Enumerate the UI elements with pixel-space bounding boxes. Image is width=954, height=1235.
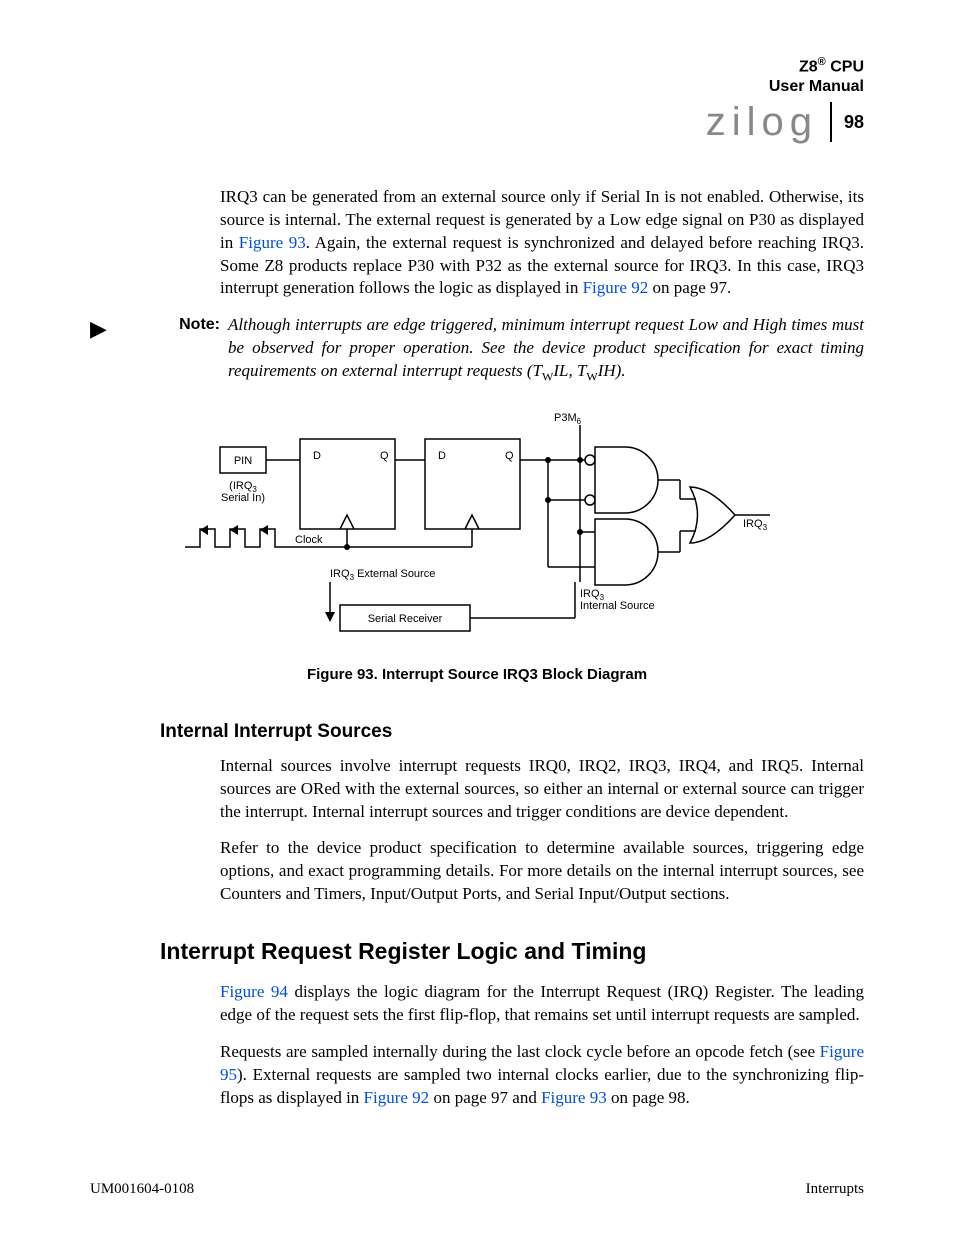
note-sub1: W [542, 370, 553, 384]
para1-c: on page 97. [648, 278, 731, 297]
page-number: 98 [844, 110, 864, 134]
note-b: IL, T [553, 361, 586, 380]
label-ext-src: IRQ3 External Source [330, 568, 435, 582]
paragraph-3: Refer to the device product specificatio… [220, 837, 864, 906]
subheading-internal-interrupt-sources: Internal Interrupt Sources [160, 719, 864, 745]
paragraph-1: IRQ3 can be generated from an external s… [220, 186, 864, 301]
note-sub2: W [586, 370, 597, 384]
label-pin: PIN [234, 455, 252, 467]
note-block: ▶ Note: Although interrupts are edge tri… [90, 314, 864, 384]
footer-left: UM001604-0108 [90, 1179, 194, 1199]
label-clock: Clock [295, 534, 323, 546]
xref-figure-93-b[interactable]: Figure 93 [541, 1088, 607, 1107]
para5-a: Requests are sampled internally during t… [220, 1042, 820, 1061]
xref-figure-92-b[interactable]: Figure 92 [364, 1088, 430, 1107]
reg-symbol: ® [818, 56, 826, 68]
header-line1-suffix: CPU [826, 58, 864, 75]
xref-figure-94[interactable]: Figure 94 [220, 982, 288, 1001]
note-body: Although interrupts are edge triggered, … [228, 314, 864, 384]
label-q2: Q [505, 450, 514, 462]
note-c: IH). [598, 361, 626, 380]
figure-93-diagram: PIN (IRQ3 Serial In) D Q D Q [180, 407, 864, 649]
heading-irq-register-logic: Interrupt Request Register Logic and Tim… [160, 936, 864, 967]
label-int-src-l2: Internal Source [580, 600, 655, 612]
xref-figure-93[interactable]: Figure 93 [239, 233, 306, 252]
note-label: Note: [130, 314, 228, 384]
label-serial-rx: Serial Receiver [368, 613, 443, 625]
page-header: Z8® CPU User Manual zilog 98 [90, 56, 864, 142]
para1-b: . Again, the external request is synchro… [220, 233, 864, 298]
para4-a: displays the logic diagram for the Inter… [220, 982, 864, 1024]
label-output: IRQ3 [743, 518, 768, 532]
label-d1: D [313, 450, 321, 462]
header-line2: User Manual [769, 78, 864, 95]
xref-figure-92[interactable]: Figure 92 [583, 278, 649, 297]
paragraph-5: Requests are sampled internally during t… [220, 1041, 864, 1110]
label-serialin-l2: Serial In) [221, 492, 265, 504]
label-q1: Q [380, 450, 389, 462]
note-caret-icon: ▶ [90, 314, 130, 384]
para5-c: on page 97 and [429, 1088, 541, 1107]
header-line1: Z8 [799, 58, 818, 75]
figure-93-caption: Figure 93. Interrupt Source IRQ3 Block D… [90, 665, 864, 685]
label-d2: D [438, 450, 446, 462]
label-p3m6: P3M6 [554, 412, 582, 426]
page-footer: UM001604-0108 Interrupts [90, 1179, 864, 1199]
paragraph-2: Internal sources involve interrupt reque… [220, 755, 864, 824]
zilog-logo: zilog [706, 102, 832, 142]
para5-d: on page 98. [607, 1088, 690, 1107]
paragraph-4: Figure 94 displays the logic diagram for… [220, 981, 864, 1027]
footer-right: Interrupts [806, 1179, 864, 1199]
